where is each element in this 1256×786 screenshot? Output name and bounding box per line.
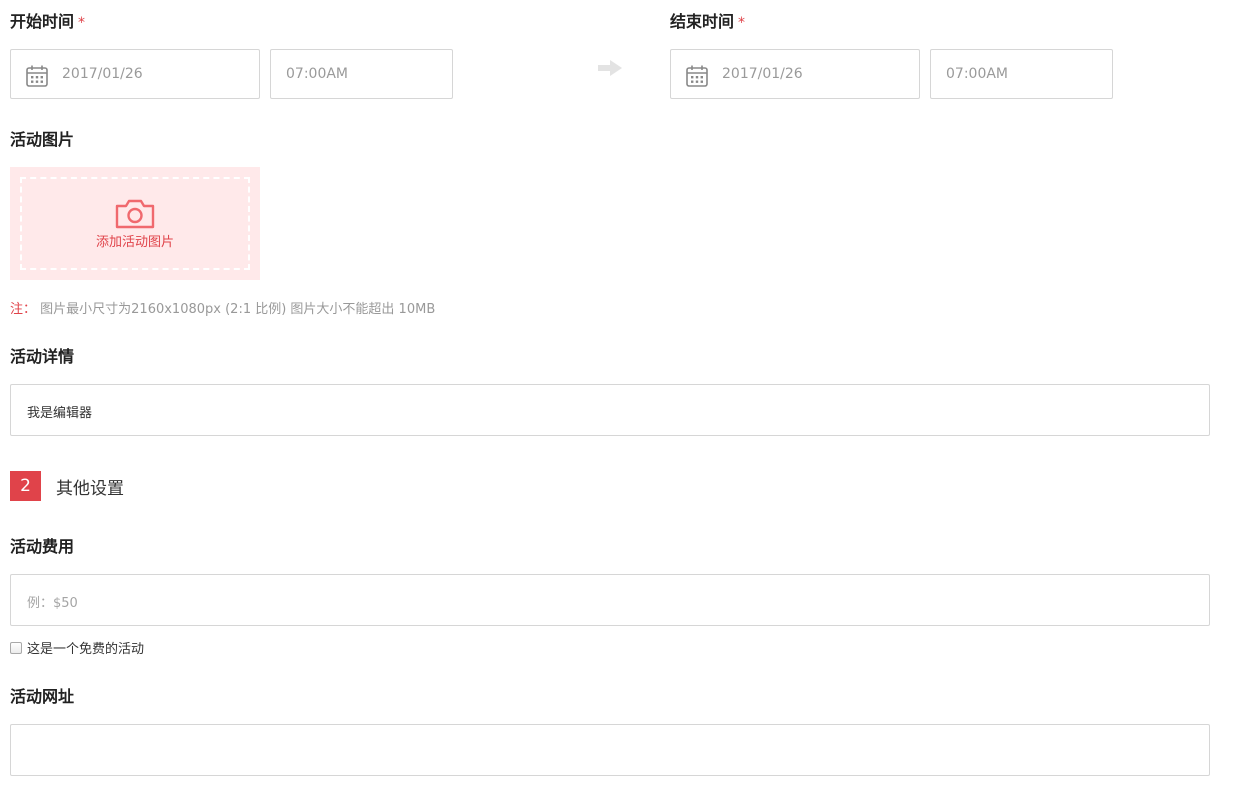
url-input[interactable] — [10, 724, 1210, 776]
end-time-input[interactable]: 07:00AM — [930, 49, 1113, 99]
end-time-label: 结束时间 * — [670, 12, 745, 33]
step-number-badge: 2 — [10, 471, 41, 501]
start-time-input[interactable]: 07:00AM — [270, 49, 453, 99]
calendar-icon — [26, 65, 48, 87]
end-time-value: 07:00AM — [946, 66, 1009, 82]
end-date-value: 2017/01/26 — [722, 66, 803, 82]
note-key: 注： — [10, 302, 37, 317]
required-mark: * — [78, 15, 86, 31]
details-label: 活动详情 — [10, 347, 75, 366]
image-upload-area[interactable]: 添加活动图片 — [10, 167, 260, 280]
start-date-value: 2017/01/26 — [62, 66, 143, 82]
camera-icon — [115, 199, 155, 229]
start-time-label: 开始时间 * — [10, 12, 85, 33]
details-editor[interactable]: 我是编辑器 — [10, 384, 1210, 436]
free-event-label[interactable]: 这是一个免费的活动 — [27, 638, 144, 657]
end-date-picker[interactable]: 2017/01/26 — [670, 49, 920, 99]
free-event-checkbox[interactable] — [10, 642, 22, 654]
url-label: 活动网址 — [10, 687, 75, 706]
fee-placeholder: 例：$50 — [27, 596, 78, 611]
fee-input[interactable]: 例：$50 — [10, 574, 1210, 626]
start-time-value: 07:00AM — [286, 66, 349, 82]
end-time-label-text: 结束时间 — [670, 12, 735, 31]
start-time-label-text: 开始时间 — [10, 12, 75, 31]
step-title: 其他设置 — [56, 479, 124, 499]
fee-label: 活动费用 — [10, 537, 75, 556]
upload-label: 添加活动图片 — [95, 235, 174, 250]
arrow-right-icon — [598, 60, 622, 76]
start-date-picker[interactable]: 2017/01/26 — [10, 49, 260, 99]
editor-content: 我是编辑器 — [27, 406, 93, 421]
required-mark: * — [738, 15, 746, 31]
calendar-icon — [686, 65, 708, 87]
note-text: 图片最小尺寸为2160x1080px (2:1 比例) 图片大小不能超出 10M… — [40, 302, 436, 317]
image-note: 注： 图片最小尺寸为2160x1080px (2:1 比例) 图片大小不能超出 … — [10, 298, 435, 317]
image-section-label: 活动图片 — [10, 130, 75, 149]
